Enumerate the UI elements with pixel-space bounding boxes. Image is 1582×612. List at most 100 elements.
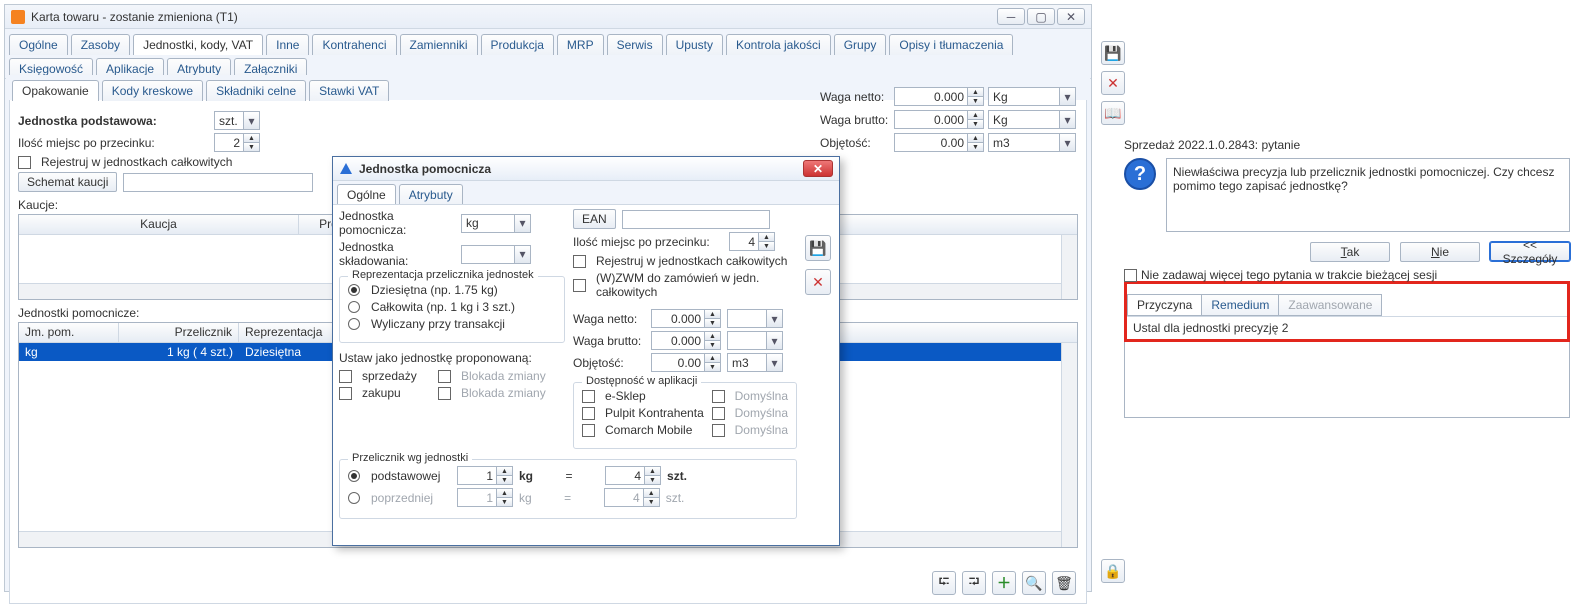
details-button[interactable]: << Szczegóły: [1490, 242, 1570, 261]
modal-reg-int-checkbox[interactable]: [573, 255, 586, 268]
app-icon: [11, 10, 25, 24]
main-tab-8[interactable]: Serwis: [607, 34, 663, 55]
search-icon[interactable]: 🔍: [1022, 571, 1046, 595]
sub-tab-0[interactable]: Opakowanie: [12, 80, 99, 101]
avail-pulpit-checkbox[interactable]: [582, 407, 595, 420]
base-unit-label: Jednostka podstawowa:: [18, 114, 208, 128]
propose-buy-checkbox[interactable]: [339, 387, 352, 400]
volume-label: Objętość:: [820, 136, 890, 150]
modal-wzwm-checkbox[interactable]: [573, 279, 586, 292]
modal-wgross-input[interactable]: ▲▼: [651, 331, 721, 350]
main-tab-4[interactable]: Kontrahenci: [312, 34, 396, 55]
dont-ask-checkbox[interactable]: [1124, 269, 1137, 282]
main-tab-2[interactable]: Jednostki, kody, VAT: [133, 34, 263, 55]
ean-button[interactable]: EAN: [573, 209, 616, 229]
main-tab-7[interactable]: MRP: [557, 34, 604, 55]
main-tab-10[interactable]: Kontrola jakości: [726, 34, 831, 55]
register-int-checkbox[interactable]: [18, 156, 31, 169]
volume-input[interactable]: ▲▼: [894, 133, 984, 152]
main-tab-9[interactable]: Upusty: [666, 34, 723, 55]
dialog-tab-attributes[interactable]: Atrybuty: [399, 184, 463, 205]
sub-tab-3[interactable]: Stawki VAT: [309, 80, 389, 101]
scrollbar-vertical[interactable]: [1061, 235, 1077, 299]
import-icon[interactable]: ⮓: [932, 571, 956, 595]
main-tab-11[interactable]: Grupy: [834, 34, 887, 55]
cancel-icon[interactable]: ✕: [1101, 71, 1125, 95]
weight-gross-input[interactable]: ▲▼: [894, 110, 984, 129]
chevron-down-icon: ▾: [243, 112, 259, 129]
main-tab-5[interactable]: Zamienniki: [400, 34, 478, 55]
main-tabs: OgólneZasobyJednostki, kody, VATInneKont…: [5, 29, 1091, 79]
dialog-cancel-icon[interactable]: ✕: [805, 269, 831, 295]
minimize-button[interactable]: ─: [997, 8, 1025, 25]
dialog-close-button[interactable]: ✕: [803, 160, 833, 177]
rep-calc-radio[interactable]: [348, 318, 360, 330]
block-sale-checkbox: [438, 370, 451, 383]
conv-base-radio: [348, 470, 360, 482]
conv-b-input[interactable]: ▲▼: [605, 466, 661, 485]
propose-sale-checkbox[interactable]: [339, 370, 352, 383]
tab-advanced: Zaawansowane: [1278, 294, 1382, 316]
maximize-button[interactable]: ▢: [1027, 8, 1055, 25]
dialog-tab-general[interactable]: Ogólne: [337, 184, 396, 205]
scrollbar-vertical[interactable]: [1061, 343, 1077, 547]
close-button[interactable]: ✕: [1057, 8, 1085, 25]
availability-legend: Dostępność w aplikacji: [582, 375, 701, 387]
conv-a-input[interactable]: ▲▼: [457, 466, 513, 485]
question-icon: ?: [1124, 158, 1156, 190]
aux-unit-field-label: Jednostka pomocnicza:: [339, 209, 457, 237]
sub-tab-1[interactable]: Kody kreskowe: [102, 80, 203, 101]
modal-wgross-unit[interactable]: ▾: [727, 331, 783, 350]
tab-remedy[interactable]: Remedium: [1201, 294, 1279, 316]
avail-mobile-checkbox[interactable]: [582, 424, 595, 437]
modal-vol-input[interactable]: ▲▼: [651, 353, 721, 372]
lock-icon[interactable]: 🔒: [1101, 559, 1125, 583]
window-title: Karta towaru - zostanie zmieniona (T1): [31, 10, 238, 24]
ean-input[interactable]: [622, 210, 770, 229]
store-unit-select[interactable]: ▾: [461, 245, 531, 264]
weight-net-label: Waga netto:: [820, 90, 890, 104]
question-dialog: Sprzedaż 2022.1.0.2843: pytanie ? Niewła…: [1124, 138, 1570, 418]
tab-reason[interactable]: Przyczyna: [1127, 294, 1202, 316]
add-icon[interactable]: ＋: [992, 571, 1016, 595]
rep-decimal-radio[interactable]: [348, 284, 360, 296]
main-tab-12[interactable]: Opisy i tłumaczenia: [889, 34, 1013, 55]
aux-units-label: Jednostki pomocnicze:: [18, 306, 139, 320]
modal-decimals-label: Ilość miejsc po przecinku:: [573, 235, 723, 249]
decimals-input[interactable]: ▲▼: [214, 133, 260, 152]
main-tab-6[interactable]: Produkcja: [481, 34, 554, 55]
main-tab-3[interactable]: Inne: [266, 34, 309, 55]
book-icon[interactable]: 📖: [1101, 101, 1125, 125]
main-tab-1[interactable]: Zasoby: [71, 34, 130, 55]
col-conv: Przelicznik: [119, 323, 239, 342]
modal-wnet-unit[interactable]: ▾: [727, 309, 783, 328]
modal-wnet-label: Waga netto:: [573, 312, 645, 326]
modal-wnet-input[interactable]: ▲▼: [651, 309, 721, 328]
modal-vol-unit[interactable]: m3▾: [727, 353, 783, 372]
deposit-scheme-input[interactable]: [123, 173, 313, 192]
dont-ask-label: Nie zadawaj więcej tego pytania w trakci…: [1141, 268, 1437, 282]
base-unit-select[interactable]: szt.▾: [214, 111, 260, 130]
deposit-scheme-button[interactable]: Schemat kaucji: [18, 172, 117, 192]
modal-decimals-input[interactable]: ▲▼: [729, 232, 775, 251]
yes-button[interactable]: Tak: [1310, 242, 1390, 262]
dialog-save-icon[interactable]: 💾: [805, 235, 831, 261]
delete-icon[interactable]: 🗑: [1052, 571, 1076, 595]
weight-gross-label: Waga brutto:: [820, 113, 890, 127]
sub-tab-2[interactable]: Składniki celne: [206, 80, 306, 101]
volume-unit[interactable]: m3▾: [988, 133, 1076, 152]
main-tab-0[interactable]: Ogólne: [9, 34, 68, 55]
export-icon[interactable]: ⮒: [962, 571, 986, 595]
aux-unit-select[interactable]: kg▾: [461, 214, 531, 233]
rep-integer-radio[interactable]: [348, 301, 360, 313]
no-button[interactable]: Nie: [1400, 242, 1480, 262]
weight-net-unit[interactable]: Kg▾: [988, 87, 1076, 106]
save-icon[interactable]: 💾: [1101, 41, 1125, 65]
weight-gross-unit[interactable]: Kg▾: [988, 110, 1076, 129]
block-buy-checkbox: [438, 387, 451, 400]
avail-eshop-checkbox[interactable]: [582, 390, 595, 403]
decimals-label: Ilość miejsc po przecinku:: [18, 136, 208, 150]
question-title: Sprzedaż 2022.1.0.2843: pytanie: [1124, 138, 1570, 152]
col-unit: Jm. pom.: [19, 323, 119, 342]
weight-net-input[interactable]: ▲▼: [894, 87, 984, 106]
